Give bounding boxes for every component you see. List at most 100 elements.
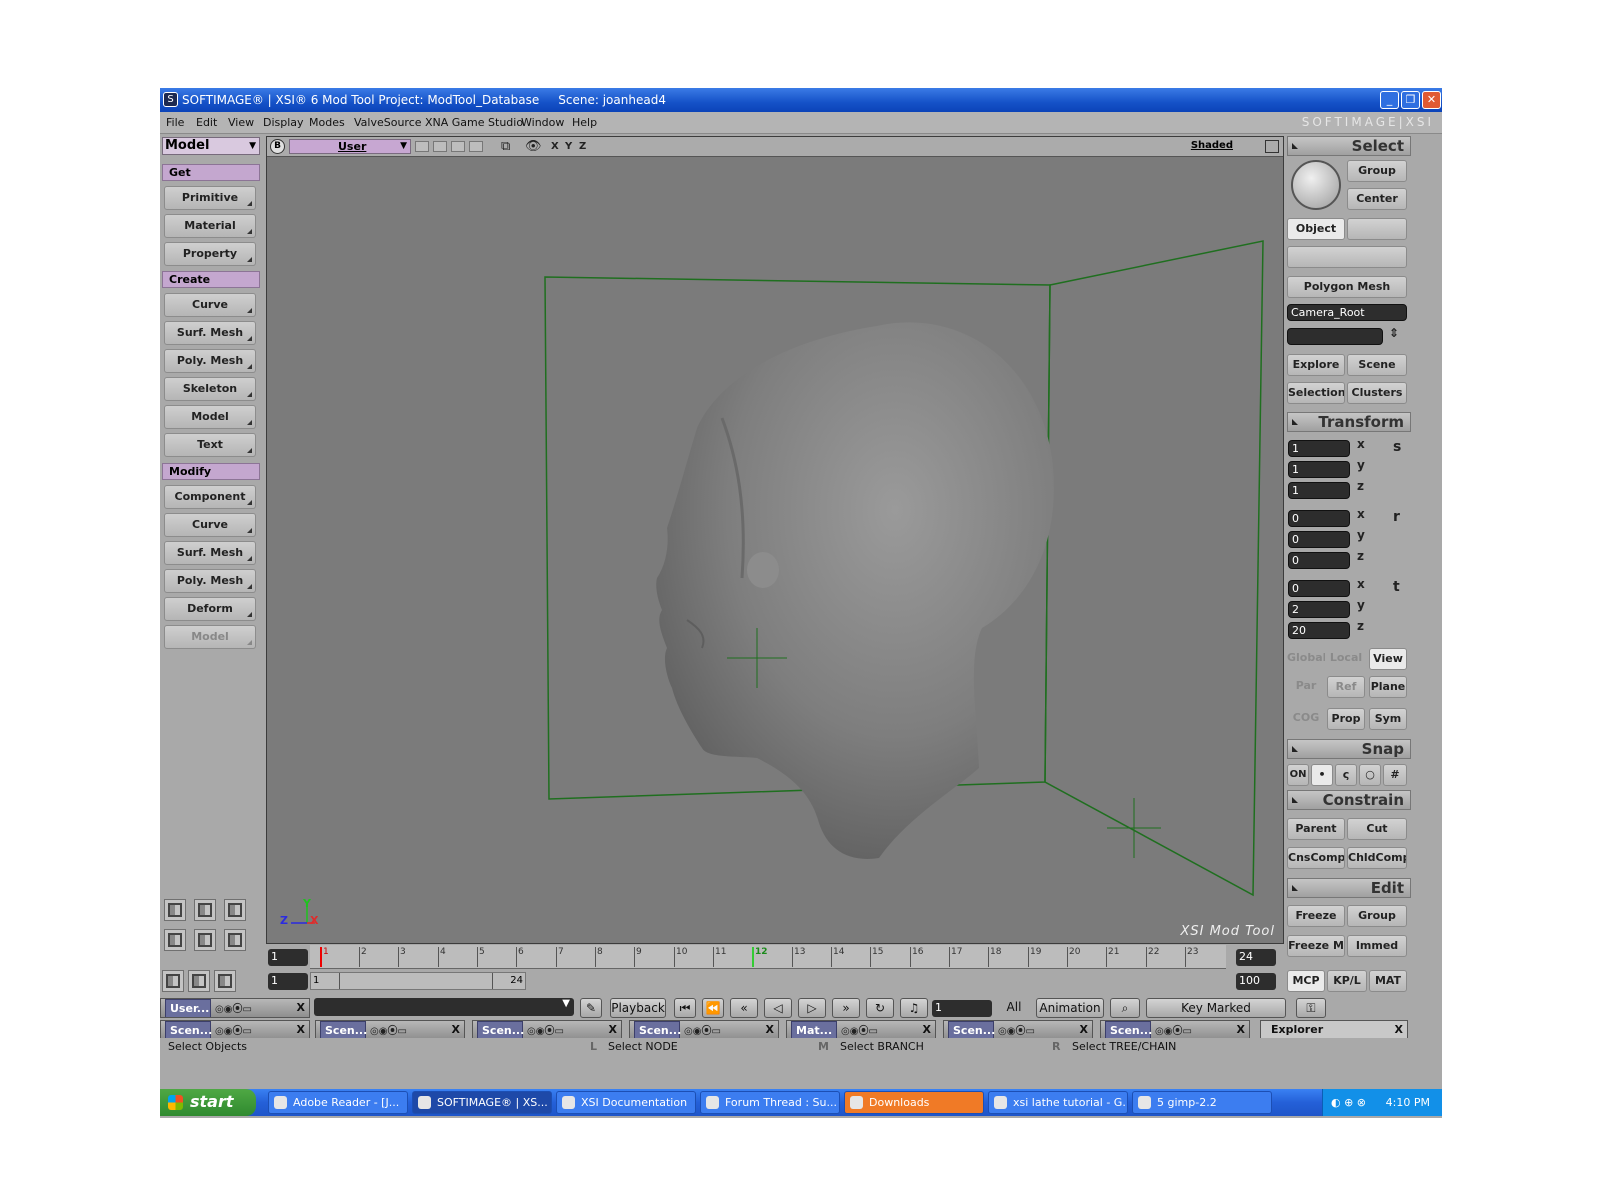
task-softimage[interactable]: SOFTIMAGE® | XS...: [412, 1091, 552, 1114]
prop-button[interactable]: Prop: [1327, 708, 1365, 730]
snap-grid-icon[interactable]: #: [1383, 764, 1407, 786]
scale-y-field[interactable]: 1: [1288, 461, 1350, 478]
view-slot-1[interactable]: [415, 141, 429, 152]
par-button[interactable]: Par: [1287, 676, 1325, 698]
select-header[interactable]: Select: [1287, 136, 1411, 156]
select-arrow-icon[interactable]: [1291, 160, 1341, 210]
tab-close-icon[interactable]: X: [1080, 1021, 1088, 1039]
ref-button[interactable]: Ref: [1327, 676, 1365, 698]
layout-split-icon[interactable]: [194, 899, 216, 921]
select-blank-button[interactable]: [1347, 218, 1407, 240]
prev-key-icon[interactable]: ⏪: [702, 998, 724, 1018]
modify-deform-button[interactable]: Deform: [164, 597, 256, 621]
immed-button[interactable]: Immed: [1347, 935, 1407, 957]
chldcomp-button[interactable]: ChldComp: [1347, 847, 1407, 869]
layout-grid-icon[interactable]: [224, 899, 246, 921]
plane-button[interactable]: Plane: [1369, 676, 1407, 698]
dropdown-arrow-icon[interactable]: ▼: [562, 998, 570, 1009]
tab-close-icon[interactable]: X: [766, 1021, 774, 1039]
tab-material[interactable]: Mat... ◎◉⦿▭ X: [786, 1020, 936, 1040]
tab-tools-icon[interactable]: ◎◉⦿▭: [1155, 1026, 1192, 1037]
transform-header[interactable]: Transform: [1287, 412, 1411, 432]
freeze-button[interactable]: Freeze: [1287, 905, 1345, 927]
translate-y-label[interactable]: y: [1357, 598, 1365, 612]
modify-curve-button[interactable]: Curve: [164, 513, 256, 537]
get-property-button[interactable]: Property: [164, 242, 256, 266]
modify-poly-mesh-button[interactable]: Poly. Mesh: [164, 569, 256, 593]
tab-close-icon[interactable]: X: [923, 1021, 931, 1039]
tab-kpl[interactable]: KP/L: [1327, 970, 1367, 992]
tab-scene-1[interactable]: Scen... ◎◉⦿▭ X: [160, 1020, 310, 1040]
select-object-button[interactable]: Object: [1287, 218, 1345, 240]
scale-s-button[interactable]: s: [1393, 439, 1401, 455]
tab-explorer[interactable]: Explorer X: [1260, 1020, 1408, 1040]
scale-x-field[interactable]: 1: [1288, 440, 1350, 457]
constrain-header[interactable]: Constrain: [1287, 790, 1411, 810]
parent-button[interactable]: Parent: [1287, 818, 1345, 840]
start-frame-field[interactable]: 1: [268, 973, 308, 990]
eye-icon[interactable]: 👁: [525, 139, 542, 154]
create-skeleton-button[interactable]: Skeleton: [164, 377, 256, 401]
tab-user[interactable]: User... ◎◉⦿▭ X: [160, 998, 310, 1018]
menu-help[interactable]: Help: [572, 116, 597, 129]
range-slider[interactable]: 1 24: [310, 972, 526, 990]
play-backward-icon[interactable]: ◁: [764, 998, 792, 1018]
layout-vertical-icon[interactable]: [194, 929, 216, 951]
key-marked-parameters-button[interactable]: Key Marked Parameters: [1146, 998, 1286, 1033]
script-icon[interactable]: ✎: [580, 998, 602, 1018]
minimize-button[interactable]: _: [1380, 91, 1399, 109]
create-curve-button[interactable]: Curve: [164, 293, 256, 317]
edit-header[interactable]: Edit: [1287, 878, 1411, 898]
local-button[interactable]: Local: [1327, 648, 1365, 670]
viewport[interactable]: B User ▼ ⧉ 👁 X Y Z Shaded Y Z X XSI Mod …: [266, 136, 1284, 944]
translate-z-label[interactable]: z: [1357, 619, 1364, 633]
cycle-arrows-icon[interactable]: ⇕: [1389, 326, 1399, 340]
rotate-y-label[interactable]: y: [1357, 528, 1365, 542]
modify-surf-mesh-button[interactable]: Surf. Mesh: [164, 541, 256, 565]
layout-bottom-icon[interactable]: [224, 929, 246, 951]
selection-name-field[interactable]: Camera_Root: [1287, 304, 1407, 321]
axis-y-toggle[interactable]: Y: [565, 141, 572, 152]
tab-tools-icon[interactable]: ◎◉⦿▭: [841, 1026, 878, 1037]
select-filter-button[interactable]: Polygon Mesh: [1287, 276, 1407, 298]
maximize-viewport-icon[interactable]: [1265, 140, 1279, 153]
edit-group-button[interactable]: Group: [1347, 905, 1407, 927]
tab-mat[interactable]: MAT: [1369, 970, 1407, 992]
camera-icon[interactable]: ⧉: [501, 139, 510, 154]
axis-x-toggle[interactable]: X: [551, 141, 559, 152]
view-slot-3[interactable]: [451, 141, 465, 152]
create-text-button[interactable]: Text: [164, 433, 256, 457]
task-gimp[interactable]: 5 gimp-2.2: [1132, 1091, 1272, 1114]
tab-close-icon[interactable]: X: [297, 1021, 305, 1039]
tab-scene-4[interactable]: Scen... ◎◉⦿▭ X: [629, 1020, 779, 1040]
menu-xna-game-studio[interactable]: XNA Game Studio: [425, 116, 523, 129]
restore-button[interactable]: ❐: [1401, 91, 1420, 109]
freeze-m-button[interactable]: Freeze M: [1287, 935, 1345, 957]
tab-close-icon[interactable]: X: [452, 1021, 460, 1039]
axis-z-toggle[interactable]: Z: [579, 141, 586, 152]
scene-button[interactable]: Scene: [1347, 354, 1407, 376]
head-model[interactable]: [656, 322, 1054, 859]
start-button[interactable]: start: [160, 1089, 256, 1116]
tab-close-icon[interactable]: X: [1395, 1021, 1403, 1039]
camera-selector[interactable]: User ▼: [289, 139, 411, 154]
play-forward-icon[interactable]: ▷: [798, 998, 826, 1018]
rotate-z-label[interactable]: z: [1357, 549, 1364, 563]
viewport-canvas[interactable]: [267, 158, 1283, 944]
tab-tools-icon[interactable]: ◎◉⦿▭: [215, 1026, 252, 1037]
layout-left-icon[interactable]: [164, 929, 186, 951]
global-button[interactable]: Global: [1287, 648, 1325, 670]
timeline-ruler[interactable]: 1 2 3 4 5 6 7 8 9 10 11 12 13 14 15 16 1…: [310, 945, 1226, 969]
translate-z-field[interactable]: 20: [1288, 622, 1350, 639]
translate-x-field[interactable]: 0: [1288, 580, 1350, 597]
translate-y-field[interactable]: 2: [1288, 601, 1350, 618]
tab-close-icon[interactable]: X: [609, 1021, 617, 1039]
command-line-field[interactable]: ▼: [314, 998, 574, 1016]
rotate-y-field[interactable]: 0: [1288, 531, 1350, 548]
rotate-r-button[interactable]: r: [1393, 509, 1400, 525]
select-blank-wide[interactable]: [1287, 246, 1407, 268]
menu-valvesource[interactable]: ValveSource: [354, 116, 422, 129]
modify-component-button[interactable]: Component: [164, 485, 256, 509]
scale-z-label[interactable]: z: [1357, 479, 1364, 493]
menu-window[interactable]: Window: [521, 116, 564, 129]
